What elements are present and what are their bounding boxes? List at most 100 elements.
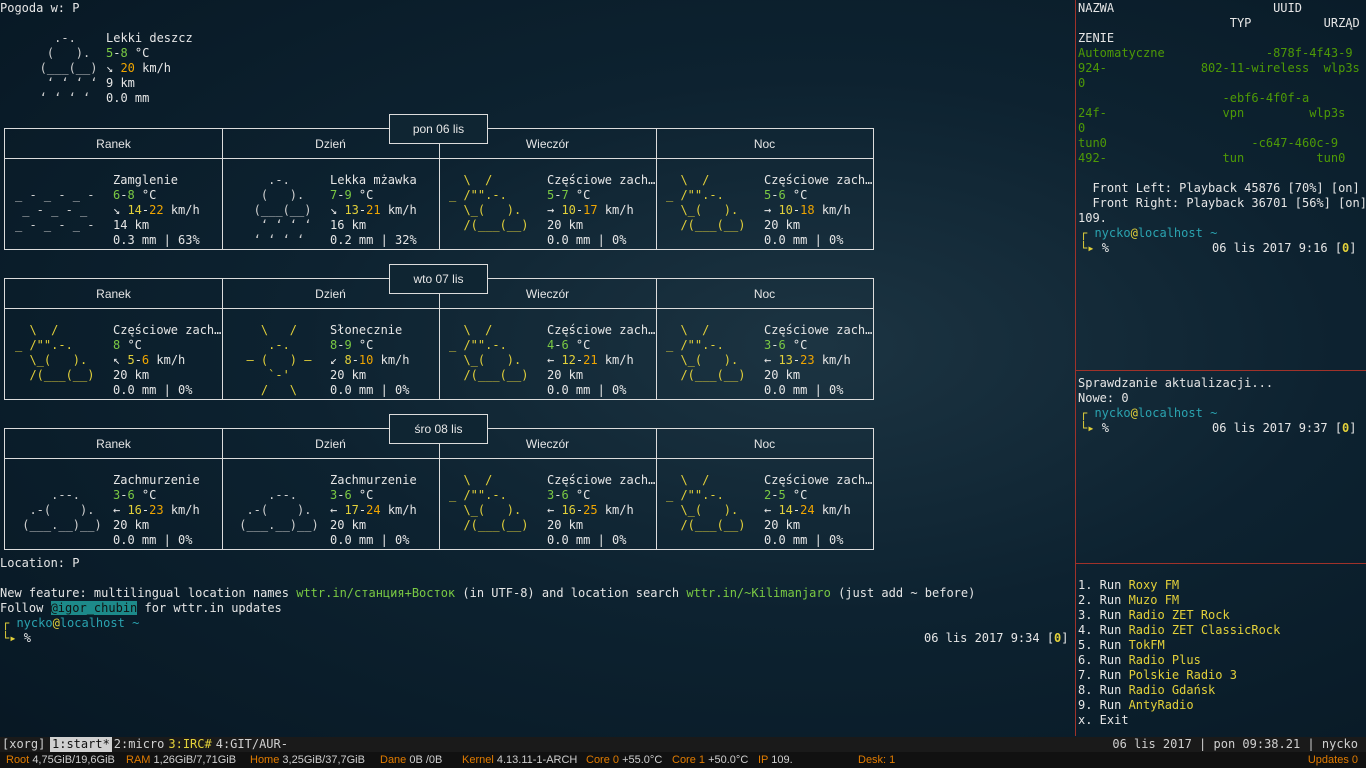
nm-connection-line: tun0 -c647-460c-9 <box>1078 136 1339 150</box>
nm-connection-line: 492- tun tun0 <box>1078 151 1346 165</box>
forecast-day: pon 06 lis Ranek _ - _ - _ - _ - _ - _ _ … <box>4 114 874 250</box>
tmux-clock: 06 lis 2017 | pon 09:38.21 | nycko <box>1112 737 1358 751</box>
weather-art: \ / _ /"".-. \_( ). /(___(__) <box>15 323 95 382</box>
nm-header-1: NAZWA UUID <box>1078 1 1302 15</box>
updates-terminal[interactable]: Sprawdzanie aktualizacji... Nowe: 0 ┌ ny… <box>1078 375 1364 555</box>
radio-menu-item[interactable]: 6. Run Radio Plus <box>1078 653 1201 668</box>
weather-art: \ / _ /"".-. \_( ). /(___(__) <box>449 473 529 532</box>
playback-right: Front Right: Playback 36701 [56%] [on] <box>1078 196 1366 210</box>
forecast-cell: Ranek .--. .-( ). (___.__)__) Zachmurzen… <box>5 429 223 549</box>
feature-link-2[interactable]: wttr.in/~Kilimanjaro <box>686 586 831 600</box>
radio-menu-exit[interactable]: x. Exit <box>1078 713 1129 728</box>
updates-checking: Sprawdzanie aktualizacji... <box>1078 376 1274 390</box>
feature-line: New feature: multilingual location names… <box>0 586 976 600</box>
kernel-version: Kernel 4.13.11-1-ARCH <box>462 754 578 766</box>
current-condition: Lekki deszcz <box>106 31 193 45</box>
forecast-cell: Wieczór \ / _ /"".-. \_( ). /(___(__) Cz… <box>439 429 657 549</box>
home-usage: Home 3,25GiB/37,7GiB <box>250 754 365 766</box>
desktop-indicator: Desk: 1 <box>858 754 896 766</box>
radio-menu-terminal[interactable]: 1. Run Roxy FM 2. Run Muzo FM 3. Run Radio… <box>1078 570 1364 736</box>
nm-connection-line: 0 <box>1078 121 1086 135</box>
forecast-cell: Dzień .--. .-( ). (___.__)__) Zachmurzen… <box>222 429 440 549</box>
updates-indicator: Updates 0 <box>1307 754 1358 766</box>
weather-art: \ / _ /"".-. \_( ). /(___(__) <box>449 323 529 382</box>
forecast-details: Częściowe zach… 5-7 °C → 10-17 km/h 20 k… <box>547 173 656 247</box>
forecast-period-label: Ranek <box>96 287 131 301</box>
forecast-details: Częściowe zach… 8 °C ↖ 5-6 km/h 20 km 0.… <box>113 323 222 397</box>
playback-left: Front Left: Playback 45876 [70%] [on] <box>1078 181 1360 195</box>
prompt-input-line[interactable]: └▸ % <box>1080 241 1109 256</box>
forecast-details: Częściowe zach… 3-6 °C ← 16-25 km/h 20 k… <box>547 473 656 547</box>
prompt-clock: 06 lis 2017 9:16 [0] <box>1212 241 1357 255</box>
forecast-period-label: Ranek <box>96 137 131 151</box>
weather-art: \ / _ /"".-. \_( ). /(___(__) <box>449 173 529 232</box>
follow-line: Follow @igor_chubin for wttr.in updates <box>0 601 282 615</box>
forecast-cell: Ranek _ - _ - _ - _ - _ - _ _ - _ - _ - … <box>5 129 223 249</box>
nm-connection-line: -ebf6-4f0f-a <box>1078 91 1310 105</box>
tmux-window-tab[interactable]: 2:micro <box>112 737 167 752</box>
updates-new-count: Nowe: 0 <box>1078 391 1129 405</box>
forecast-cell: Dzień .-. ( ). (___(__) ʻ ʻ ʻ ʻ ʻ ʻ ʻ ʻ … <box>222 129 440 249</box>
radio-menu-item[interactable]: 1. Run Roxy FM <box>1078 578 1179 593</box>
current-visibility: 9 km <box>106 76 135 90</box>
weather-art: \ / _ /"".-. \_( ). /(___(__) <box>666 323 746 382</box>
tmux-window-tab[interactable]: 3:IRC# <box>166 737 213 752</box>
radio-menu-item[interactable]: 4. Run Radio ZET ClassicRock <box>1078 623 1280 638</box>
current-precip: 0.0 mm <box>106 91 150 105</box>
core0-temp: Core 0 +55.0°C <box>586 754 663 766</box>
weather-art: \ / _ /"".-. \_( ). /(___(__) <box>666 473 746 532</box>
pane-separator <box>1075 0 1076 736</box>
forecast-period-label: Noc <box>753 437 776 451</box>
weather-art: \ / _ /"".-. \_( ). /(___(__) <box>666 173 746 232</box>
twitter-handle-link[interactable]: @igor_chubin <box>50 601 138 615</box>
nm-header-3: ZENIE <box>1078 31 1115 45</box>
radio-menu-item[interactable]: 2. Run Muzo FM <box>1078 593 1179 608</box>
prompt-input-line[interactable]: └▸ % <box>2 631 31 646</box>
current-wind: ↘ 20 km/h <box>106 61 172 75</box>
prompt-input-line[interactable]: └▸ % <box>1080 421 1109 436</box>
radio-menu-item[interactable]: 7. Run Polskie Radio 3 <box>1078 668 1237 683</box>
radio-menu-item[interactable]: 5. Run TokFM <box>1078 638 1165 653</box>
weather-art: .-. ( ). (___(__) ʻ ʻ ʻ ʻ ʻ ʻ ʻ ʻ <box>253 173 312 247</box>
root-usage: Root 4,75GiB/19,6GiB <box>6 754 115 766</box>
forecast-details: Częściowe zach… 4-6 °C ← 12-21 km/h 20 k… <box>547 323 656 397</box>
forecast-cell: Noc \ / _ /"".-. \_( ). /(___(__) Części… <box>656 429 873 549</box>
ram-usage: RAM 1,26GiB/7,71GiB <box>126 754 237 766</box>
ip-address: IP 109. <box>758 754 793 766</box>
forecast-period-label: Ranek <box>96 437 131 451</box>
forecast-cell: Ranek \ / _ /"".-. \_( ). /(___(__) Częś… <box>5 279 223 399</box>
forecast-cell: Noc \ / _ /"".-. \_( ). /(___(__) Części… <box>656 129 873 249</box>
forecast-date: wto 07 lis <box>389 264 488 294</box>
prompt-header: ┌ nycko@localhost ~ <box>2 616 140 630</box>
radio-menu-item[interactable]: 8. Run Radio Gdańsk <box>1078 683 1215 698</box>
weather-terminal[interactable]: Pogoda w: P .-. ( ). (___(__) ʻ ʻ ʻ ʻ ʻ … <box>0 0 1074 736</box>
weather-art: .--. .-( ). (___.__)__) <box>239 488 319 532</box>
network-terminal[interactable]: NAZWA UUID TYP URZĄD ZENIE Automatyczne … <box>1078 0 1366 366</box>
tmux-window-tab[interactable]: 1:start* <box>50 737 112 752</box>
forecast-details: Częściowe zach… 3-6 °C ← 13-23 km/h 20 k… <box>764 323 873 397</box>
radio-menu-item[interactable]: 9. Run AntyRadio <box>1078 698 1194 713</box>
forecast-cell: Wieczór \ / _ /"".-. \_( ). /(___(__) Cz… <box>439 279 657 399</box>
tmux-window-tab[interactable]: 4:GIT/AUR- <box>214 737 290 752</box>
nm-connection-line: 0 <box>1078 76 1086 90</box>
forecast-date: pon 06 lis <box>389 114 488 144</box>
forecast-period-label: Noc <box>753 137 776 151</box>
forecast-details: Częściowe zach… 5-6 °C → 10-18 km/h 20 k… <box>764 173 873 247</box>
dane-usage: Dane 0B /0B <box>380 754 443 766</box>
nm-connection-line: 924- 802-11-wireless wlp3s <box>1078 61 1360 75</box>
radio-menu-item[interactable]: 3. Run Radio ZET Rock <box>1078 608 1230 623</box>
forecast-details: Zachmurzenie 3-6 °C ← 16-23 km/h 20 km 0… <box>113 473 200 547</box>
prompt-header: ┌ nycko@localhost ~ <box>1080 226 1218 240</box>
forecast-cell: Wieczór \ / _ /"".-. \_( ). /(___(__) Cz… <box>439 129 657 249</box>
system-status-bar: Root 4,75GiB/19,6GiB RAM 1,26GiB/7,71GiB… <box>0 752 1366 768</box>
forecast-period-label: Noc <box>753 287 776 301</box>
ip-fragment: 109. <box>1078 211 1107 225</box>
nm-header-2: TYP URZĄD <box>1078 16 1360 30</box>
nm-connection-line: 24f- vpn wlp3s <box>1078 106 1346 120</box>
feature-link-1[interactable]: wttr.in/станция+Восток <box>296 586 455 600</box>
forecast-day: wto 07 lis Ranek \ / _ /"".-. \_( ). /(__… <box>4 264 874 400</box>
prompt-clock: 06 lis 2017 9:37 [0] <box>1212 421 1357 435</box>
current-weather-art: .-. ( ). (___(__) ʻ ʻ ʻ ʻ ʻ ʻ ʻ ʻ <box>39 31 98 105</box>
nm-connection-line: Automatyczne -878f-4f43-9 <box>1078 46 1353 60</box>
forecast-cell: Noc \ / _ /"".-. \_( ). /(___(__) Części… <box>656 279 873 399</box>
